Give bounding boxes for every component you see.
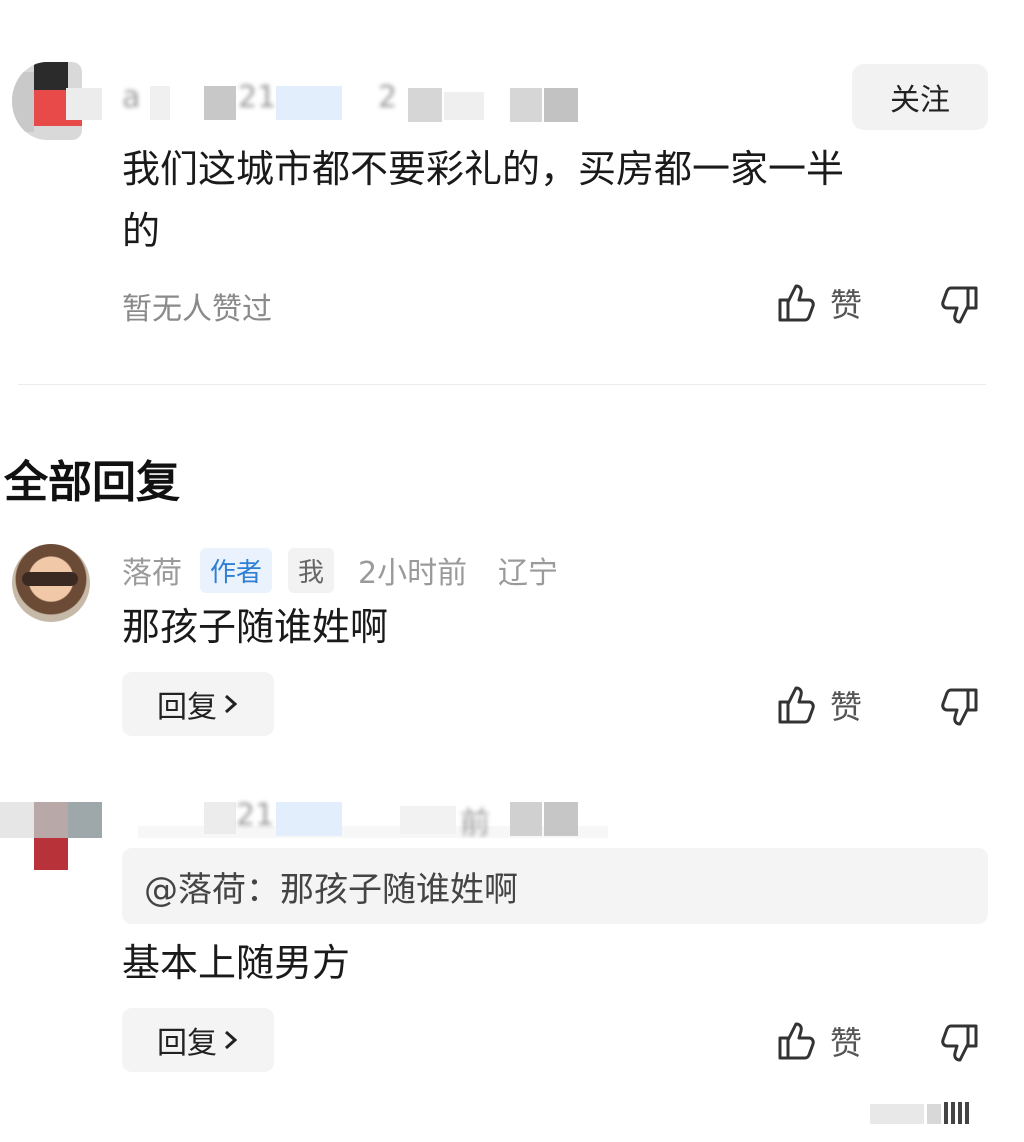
obscured-block xyxy=(544,802,578,836)
no-likes-text: 暂无人赞过 xyxy=(122,292,272,327)
like-button[interactable]: 赞 xyxy=(776,1018,862,1064)
reply-label: 回复 xyxy=(157,690,217,725)
follow-button[interactable]: 关注 xyxy=(852,64,988,130)
top-meta-fragment: 21 xyxy=(238,80,277,115)
top-username[interactable]: a xyxy=(122,80,140,115)
divider xyxy=(18,384,986,385)
top-meta-fragment: 2 xyxy=(378,80,398,115)
reply1-text: 那孩子随谁姓啊 xyxy=(122,605,389,649)
sunglasses-shape xyxy=(22,572,78,586)
obscured-block xyxy=(276,802,342,836)
thumb-up-icon xyxy=(778,284,815,322)
obscured-block xyxy=(276,86,342,120)
avatar-pixel xyxy=(34,802,68,838)
obscured-block xyxy=(444,92,484,120)
quoted-reply[interactable]: @落荷：那孩子随谁姓啊 xyxy=(122,848,988,924)
like-button[interactable]: 赞 xyxy=(776,280,862,326)
obscured-block xyxy=(510,802,542,836)
avatar-pixel xyxy=(68,802,102,838)
obscured-block xyxy=(510,88,542,122)
top-comment-text-line1: 我们这城市都不要彩礼的，买房都一家一半 xyxy=(122,147,845,191)
reply2-text: 基本上随男方 xyxy=(122,941,351,985)
dislike-button[interactable] xyxy=(940,1022,980,1068)
thumb-down-icon xyxy=(941,1024,978,1062)
obscured-username-block xyxy=(66,88,102,120)
like-label: 赞 xyxy=(830,688,863,726)
obscured-block xyxy=(400,806,456,834)
like-label: 赞 xyxy=(830,286,863,324)
avatar-pixel xyxy=(0,802,34,838)
reply-label: 回复 xyxy=(157,1026,217,1061)
me-badge: 我 xyxy=(288,548,335,593)
quote-text: @落荷：那孩子随谁姓啊 xyxy=(144,869,518,910)
avatar-pixel xyxy=(34,62,68,92)
section-title: 全部回复 xyxy=(4,457,180,508)
reply-button[interactable]: 回复 xyxy=(122,672,274,736)
thumb-down-icon xyxy=(941,688,978,726)
reply1-location: 辽宁 xyxy=(498,556,558,591)
like-label: 赞 xyxy=(830,1024,863,1062)
thumb-down-icon xyxy=(941,286,978,324)
obscured-block xyxy=(204,86,236,120)
top-comment-text-line2: 的 xyxy=(122,209,161,253)
thumb-up-icon xyxy=(778,686,815,724)
obscured-block xyxy=(150,86,170,120)
avatar-pixel xyxy=(12,72,34,132)
obscured-block xyxy=(204,802,236,834)
obscured-block xyxy=(544,88,578,122)
reply1-time: 2小时前 xyxy=(358,556,468,591)
reply1-username[interactable]: 落荷 xyxy=(122,548,182,592)
chevron-right-icon xyxy=(225,694,238,714)
thumb-up-icon xyxy=(778,1022,815,1060)
reply2-meta-fragment: 前 xyxy=(460,806,490,841)
dislike-button[interactable] xyxy=(940,284,980,330)
obscured-block xyxy=(408,88,442,122)
avatar-pixel xyxy=(34,838,68,870)
watermark-mark xyxy=(870,1096,969,1124)
avatar-reply2[interactable] xyxy=(0,800,104,872)
dislike-button[interactable] xyxy=(940,686,980,732)
reply2-meta-fragment: 21 xyxy=(236,798,275,833)
reply-button[interactable]: 回复 xyxy=(122,1008,274,1072)
chevron-right-icon xyxy=(225,1030,238,1050)
author-badge: 作者 xyxy=(200,548,273,593)
avatar-reply1[interactable] xyxy=(12,544,90,622)
like-button[interactable]: 赞 xyxy=(776,682,862,728)
